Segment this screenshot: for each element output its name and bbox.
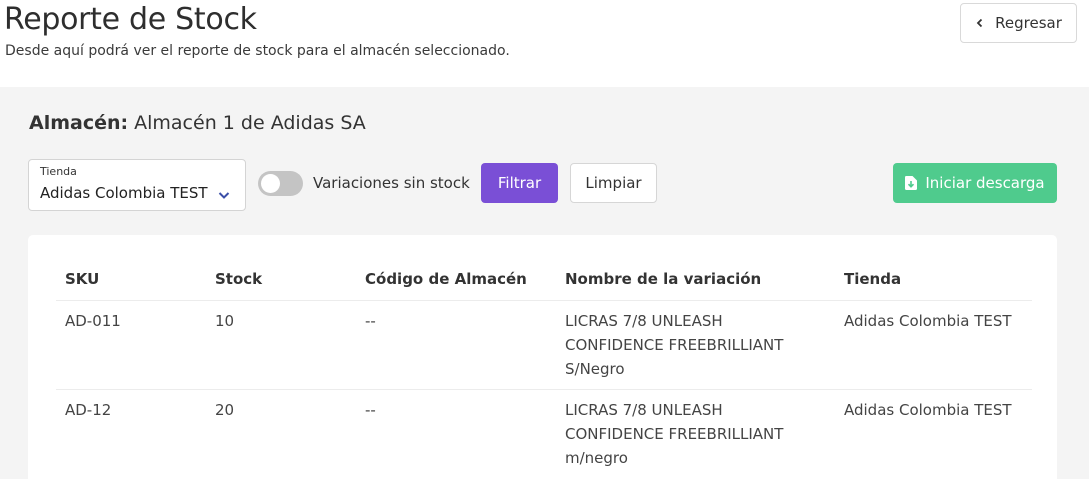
column-header-stock: Stock bbox=[215, 270, 263, 288]
cell-stock: 20 bbox=[215, 401, 235, 419]
nombre-line: CONFIDENCE FREEBRILLIANT bbox=[565, 336, 784, 354]
row-divider bbox=[56, 300, 1032, 301]
cell-codigo: -- bbox=[365, 312, 376, 330]
cell-tienda: Adidas Colombia TEST bbox=[844, 401, 1012, 419]
almacen-value: Almacén 1 de Adidas SA bbox=[134, 112, 366, 134]
cell-tienda: Adidas Colombia TEST bbox=[844, 312, 1012, 330]
stock-table: SKU Stock Código de Almacén Nombre de la… bbox=[28, 235, 1057, 479]
nombre-line: LICRAS 7/8 UNLEASH bbox=[565, 312, 723, 330]
variaciones-sin-stock-toggle[interactable] bbox=[258, 171, 303, 196]
cell-nombre: LICRAS 7/8 UNLEASH CONFIDENCE FREEBRILLI… bbox=[565, 309, 815, 381]
column-header-sku: SKU bbox=[65, 270, 100, 288]
main-content: Almacén: Almacén 1 de Adidas SA Tienda Ad… bbox=[0, 87, 1089, 479]
tienda-select-label: Tienda bbox=[40, 165, 77, 178]
iniciar-descarga-button[interactable]: Iniciar descarga bbox=[893, 163, 1057, 203]
page-subtitle: Desde aquí podrá ver el reporte de stock… bbox=[5, 43, 510, 59]
cell-sku: AD-011 bbox=[65, 312, 121, 330]
cell-codigo: -- bbox=[365, 401, 376, 419]
cell-sku: AD-12 bbox=[65, 401, 112, 419]
cell-stock: 10 bbox=[215, 312, 235, 330]
almacen-info: Almacén: Almacén 1 de Adidas SA bbox=[29, 112, 366, 134]
row-divider bbox=[56, 389, 1032, 390]
column-header-tienda: Tienda bbox=[844, 270, 902, 288]
variaciones-sin-stock-label: Variaciones sin stock bbox=[313, 174, 470, 192]
page-header: Reporte de Stock Desde aquí podrá ver el… bbox=[0, 0, 1089, 87]
back-button[interactable]: Regresar bbox=[960, 3, 1077, 43]
chevron-down-icon bbox=[218, 192, 230, 199]
nombre-line: LICRAS 7/8 UNLEASH bbox=[565, 401, 723, 419]
chevron-left-icon bbox=[976, 18, 983, 28]
tienda-select[interactable]: Tienda Adidas Colombia TEST bbox=[28, 159, 246, 211]
file-download-icon bbox=[905, 176, 918, 190]
almacen-label: Almacén: bbox=[29, 112, 129, 134]
nombre-line: m/negro bbox=[565, 449, 628, 467]
filtrar-button[interactable]: Filtrar bbox=[481, 163, 558, 203]
page-title: Reporte de Stock bbox=[4, 2, 257, 37]
limpiar-button[interactable]: Limpiar bbox=[570, 163, 657, 203]
nombre-line: CONFIDENCE FREEBRILLIANT bbox=[565, 425, 784, 443]
tienda-select-value: Adidas Colombia TEST bbox=[40, 184, 208, 202]
iniciar-descarga-label: Iniciar descarga bbox=[925, 174, 1045, 192]
back-button-label: Regresar bbox=[995, 14, 1062, 32]
column-header-nombre: Nombre de la variación bbox=[565, 270, 762, 288]
cell-nombre: LICRAS 7/8 UNLEASH CONFIDENCE FREEBRILLI… bbox=[565, 398, 815, 470]
toggle-knob bbox=[261, 174, 280, 193]
column-header-codigo: Código de Almacén bbox=[365, 270, 527, 288]
nombre-line: S/Negro bbox=[565, 360, 625, 378]
